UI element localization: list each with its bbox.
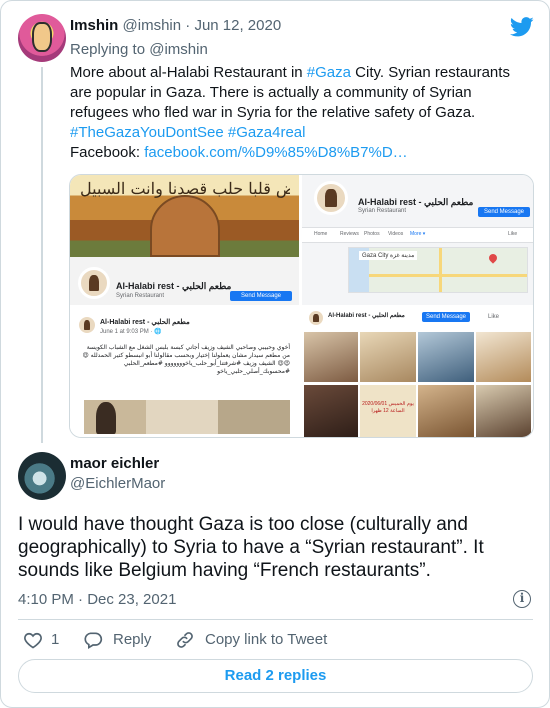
photo-thumb [360,332,416,382]
media-image-facebook-page[interactable]: Al-Halabi rest - مطعم الحلبي Syrian Rest… [302,175,533,305]
fb-photo-grid: يوم الخميس 2020/06/01 الساعة 12 ظهرا [302,332,533,437]
fb-location-map: Gaza City مدينة غزة [348,247,528,293]
link-icon [177,632,193,648]
fb-send-message-button: Send Message [230,291,292,301]
photos-page-name: Al-Halabi rest - مطعم الحلبي [328,313,405,319]
tweet-date[interactable]: Jun 12, 2020 [194,17,281,34]
fb-page-name-2: Al-Halabi rest - مطعم الحلبي [358,197,474,207]
tweet-embed-card: Imshin @imshin · Jun 12, 2020 Replying t… [0,0,550,708]
twitter-bird-icon[interactable] [510,17,534,37]
restaurant-profile-picture [78,267,110,299]
map-pin-icon [487,252,499,264]
fb-page-category: Syrian Restaurant [116,293,165,299]
fb-nav-reviews: Reviews [340,231,359,237]
reply-button[interactable]: Reply [83,630,163,650]
replying-to[interactable]: Replying to @imshin [70,41,208,58]
like-count: 1 [51,631,60,648]
cover-calligraphy: حبيت الروض قلبا حلب قصدنا وانت السبيل [80,179,290,198]
photo-sign-text: يوم الخميس 2020/06/01 الساعة 12 ظهرا [362,401,414,414]
author-name[interactable]: Imshin [70,17,118,34]
read-replies-button[interactable]: Read 2 replies [18,659,533,693]
tweet-text: More about al-Halabi Restaurant in #Gaza… [70,63,530,163]
fb-post: Al-Halabi rest - مطعم الحلبي June 1 at 9… [74,314,295,434]
hashtag-gaza-link[interactable]: #Gaza [307,64,351,81]
post-text-arabic: أخوي وحبيبي وصاحبي الشيف وزيف أجاني كبسة… [82,344,290,375]
post-author-name: Al-Halabi rest - مطعم الحلبي [100,319,190,326]
fb-send-message-button-2: Send Message [478,207,530,217]
cover-gate-drawing [150,195,220,257]
tweet-author-line: Imshin @imshin · Jun 12, 2020 [70,17,281,34]
photos-author-avatar [308,310,324,326]
photo-thumb [304,385,358,437]
reply-tweet-text: I would have thought Gaza is too close (… [18,514,484,581]
actions-divider [18,619,533,620]
photos-like: Like [488,314,500,320]
fb-nav-videos: Videos [388,231,404,237]
hashtag-thegazayoudontsee-link[interactable]: #TheGazaYouDontSee [70,124,224,141]
info-icon[interactable]: i [513,590,531,608]
facebook-link[interactable]: facebook.com/%D9%85%D8%B7%D… [144,144,407,161]
photo-thumb [476,385,531,437]
fb-nav-more: More ▾ [410,231,426,237]
fb-nav-like: Like [508,231,518,237]
post-time: June 1 at 9:03 PM · 🌐 [100,329,162,335]
author-handle[interactable]: @imshin [123,17,182,34]
reply-label: Reply [113,631,152,648]
fb-page-nav: Home Reviews Photos Videos More ▾ Like [302,227,533,243]
reply-author-handle[interactable]: @EichlerMaor [70,475,165,492]
post-photo [84,400,290,434]
reply-author-name[interactable]: maor eichler [70,455,159,472]
copy-link-label: Copy link to Tweet [205,631,328,648]
tweet-text-part-1: More about al-Halabi Restaurant in [70,64,307,81]
maor-eichler-avatar[interactable] [18,452,66,500]
tweet-media-grid[interactable]: حبيت الروض قلبا حلب قصدنا وانت السبيل Al… [69,174,534,438]
post-author-avatar [78,316,96,334]
photo-thumb [476,332,531,382]
imshin-avatar[interactable] [18,14,66,62]
facebook-label: Facebook: [70,144,145,161]
reply-bubble-icon [84,632,103,649]
media-image-facebook-photos[interactable]: Al-Halabi rest - مطعم الحلبي Send Messag… [302,308,533,437]
thread-connector-line [41,67,43,443]
fb-nav-home: Home [314,231,328,237]
dot-separator: · [185,17,191,34]
photo-thumb [418,332,474,382]
copy-link-button[interactable]: Copy link to Tweet [175,630,335,650]
fb-page-name: Al-Halabi rest - مطعم الحلبي [116,281,232,291]
like-button[interactable]: 1 [23,630,73,650]
fb-nav-photos: Photos [364,231,380,237]
hashtag-gaza4real-link[interactable]: #Gaza4real [228,124,306,141]
photo-thumb [418,385,474,437]
cover-photo: حبيت الروض قلبا حلب قصدنا وانت السبيل [70,175,299,257]
heart-icon [24,632,42,649]
reply-timestamp[interactable]: 4:10 PM · Dec 23, 2021 [18,591,176,608]
photo-thumb [304,332,358,382]
fb-page-category-2: Syrian Restaurant [358,208,407,214]
media-image-facebook-cover[interactable]: حبيت الروض قلبا حلب قصدنا وانت السبيل Al… [70,175,299,305]
media-image-facebook-post[interactable]: Al-Halabi rest - مطعم الحلبي June 1 at 9… [70,308,299,437]
map-location-label: Gaza City مدينة غزة [359,251,418,260]
restaurant-profile-picture-2 [314,181,348,215]
photo-thumb: يوم الخميس 2020/06/01 الساعة 12 ظهرا [360,385,416,437]
photos-send-message-button: Send Message [422,312,470,322]
